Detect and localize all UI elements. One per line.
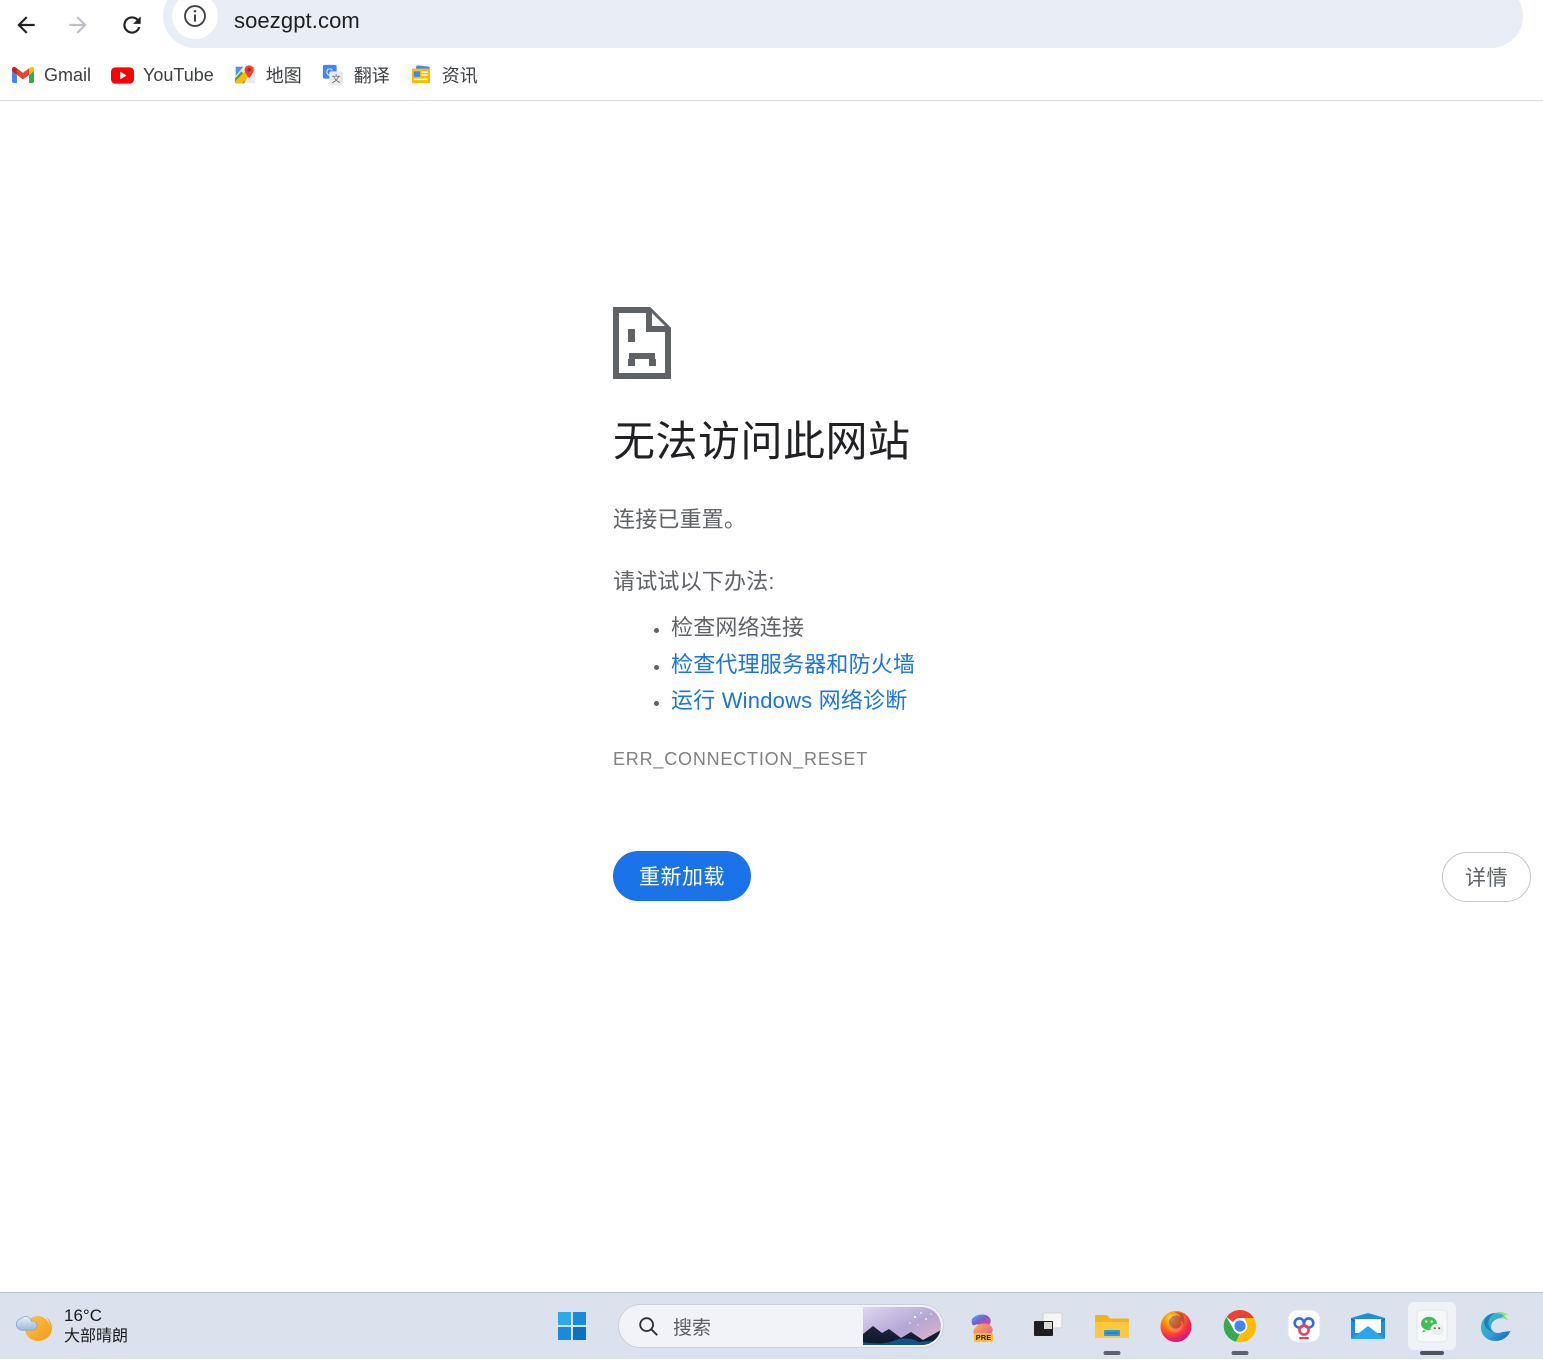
taskbar-app-edge[interactable]: [1472, 1302, 1520, 1350]
suggestion-link-windows-diagnostics[interactable]: 运行 Windows 网络诊断: [671, 688, 907, 713]
windows-taskbar: 16°C 大部晴朗 搜索 PRE: [0, 1292, 1543, 1359]
taskbar-app-mail[interactable]: [1344, 1302, 1392, 1350]
suggestions-list: 检查网络连接 检查代理服务器和防火墙 运行 Windows 网络诊断: [613, 596, 1493, 719]
copilot-icon: PRE: [971, 1314, 993, 1342]
taskbar-search-box[interactable]: 搜索: [618, 1304, 944, 1348]
bookmark-label: Gmail: [44, 64, 92, 85]
bookmark-label: 地图: [265, 66, 302, 86]
google-translate-icon: G 文: [322, 64, 344, 86]
search-icon: [637, 1315, 659, 1337]
taskbar-center-group: 搜索 PRE: [540, 1293, 1528, 1360]
bookmark-maps[interactable]: 地图: [224, 56, 312, 94]
bookmark-gmail[interactable]: Gmail: [2, 56, 101, 94]
taskbar-app-firefox[interactable]: [1152, 1302, 1200, 1350]
page-content-area: 无法访问此网站 连接已重置。 请试试以下办法: 检查网络连接 检查代理服务器和防…: [0, 101, 1543, 1292]
back-arrow-icon: [17, 16, 35, 34]
weather-condition: 大部晴朗: [64, 1327, 129, 1345]
weather-text-block: 16°C 大部晴朗: [64, 1305, 128, 1346]
start-button[interactable]: [548, 1302, 596, 1350]
weather-widget[interactable]: 16°C 大部晴朗: [8, 1300, 138, 1352]
reload-button[interactable]: [110, 3, 154, 47]
bookmarks-bar: Gmail YouTube 地图 文 翻译 资讯: [0, 50, 1543, 100]
youtube-icon: [110, 64, 134, 86]
taskbar-app-wechat[interactable]: [1408, 1302, 1456, 1350]
error-container: 无法访问此网站 连接已重置。 请试试以下办法: 检查网络连接 检查代理服务器和防…: [613, 307, 1493, 770]
forward-arrow-icon: [69, 16, 87, 34]
copilot-wallpaper-thumb: [863, 1307, 941, 1345]
info-circle-icon: [184, 5, 206, 27]
wechat-icon: [1416, 1309, 1448, 1343]
back-button[interactable]: [4, 3, 48, 47]
address-bar[interactable]: soezgpt.com: [163, 0, 1523, 48]
bookmark-label: 资讯: [441, 66, 478, 86]
taskbar-app-baidu-netdisk[interactable]: [1280, 1302, 1328, 1350]
weather-temperature: 16°C: [64, 1306, 102, 1326]
bookmark-label: 翻译: [353, 66, 390, 86]
google-maps-icon: [234, 64, 256, 86]
bookmark-label: YouTube: [143, 64, 214, 85]
error-code: ERR_CONNECTION_RESET: [613, 749, 869, 770]
sad-page-icon: [613, 307, 671, 384]
suggestion-item[interactable]: 检查代理服务器和防火墙: [671, 647, 1493, 683]
mail-icon: [1351, 1313, 1385, 1339]
suggestion-text: 检查网络连接: [671, 615, 805, 641]
site-info-button[interactable]: [172, 0, 218, 39]
reload-icon: [123, 16, 141, 34]
taskbar-app-task-view[interactable]: [1024, 1302, 1072, 1350]
taskbar-app-chrome[interactable]: [1216, 1302, 1264, 1350]
address-bar-url-text: soezgpt.com: [234, 8, 360, 33]
gmail-icon: [12, 64, 34, 86]
edge-icon: [1481, 1312, 1511, 1341]
reload-page-button[interactable]: 重新加载: [613, 851, 751, 901]
baidu-netdisk-icon: [1287, 1309, 1321, 1343]
file-explorer-icon: [1095, 1315, 1129, 1338]
forward-button[interactable]: [56, 3, 100, 47]
details-button[interactable]: 详情: [1442, 852, 1531, 902]
taskbar-app-copilot[interactable]: PRE: [960, 1302, 1008, 1350]
task-view-icon: [1034, 1312, 1063, 1336]
svg-text:PRE: PRE: [976, 1333, 991, 1342]
suggestion-item: 检查网络连接: [671, 610, 1493, 646]
error-subtitle: 连接已重置。: [613, 507, 747, 533]
firefox-icon: [1160, 1311, 1192, 1342]
taskbar-app-file-explorer[interactable]: [1088, 1302, 1136, 1350]
error-button-row: 重新加载 详情: [613, 850, 1531, 902]
page-title: 无法访问此网站: [613, 418, 911, 465]
browser-toolbar: soezgpt.com: [0, 0, 1543, 50]
search-placeholder-text: 搜索: [673, 1317, 712, 1339]
svg-text:文: 文: [331, 73, 340, 84]
chrome-icon: [1223, 1309, 1257, 1343]
suggestion-item[interactable]: 运行 Windows 网络诊断: [671, 683, 1493, 719]
bookmark-translate[interactable]: G 文 翻译: [312, 56, 400, 94]
google-news-icon: [410, 64, 432, 86]
windows-logo-icon: [558, 1312, 586, 1340]
bookmark-youtube[interactable]: YouTube: [101, 56, 224, 94]
bookmark-news[interactable]: 资讯: [400, 56, 488, 94]
cloud-moon-icon: [12, 1304, 56, 1348]
suggestions-heading: 请试试以下办法:: [613, 569, 775, 595]
suggestion-link-proxy-firewall[interactable]: 检查代理服务器和防火墙: [671, 652, 915, 677]
browser-chrome: soezgpt.com Gmail YouTube 地图 文 翻译 资讯: [0, 0, 1543, 101]
